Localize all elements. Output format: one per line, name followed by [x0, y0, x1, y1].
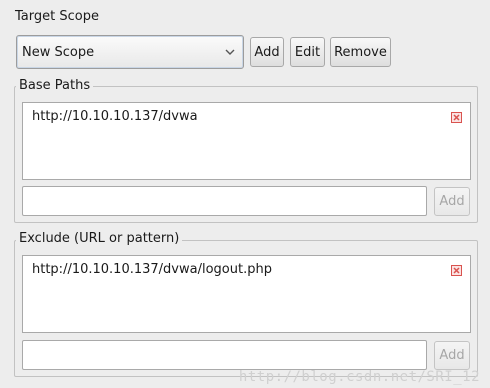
base-path-item[interactable]: http://10.10.10.137/dvwa	[32, 109, 198, 124]
scope-select-value: New Scope	[22, 44, 95, 60]
exclude-legend: Exclude (URL or pattern)	[16, 231, 183, 246]
remove-scope-button[interactable]: Remove	[330, 37, 391, 67]
add-base-path-button[interactable]: Add	[434, 187, 470, 216]
chevron-down-icon	[225, 49, 235, 55]
watermark: http://blog.csdn.net/SRI_12	[238, 369, 480, 385]
edit-scope-button[interactable]: Edit	[290, 37, 325, 67]
scope-select[interactable]: New Scope	[16, 35, 244, 69]
delete-icon[interactable]	[451, 265, 462, 276]
exclude-list[interactable]: http://10.10.10.137/dvwa/logout.php	[22, 255, 471, 333]
base-paths-list[interactable]: http://10.10.10.137/dvwa	[22, 102, 471, 180]
exclude-input[interactable]	[22, 340, 427, 370]
base-path-input[interactable]	[22, 186, 427, 216]
add-scope-button[interactable]: Add	[250, 37, 284, 67]
delete-icon[interactable]	[451, 112, 462, 123]
section-title: Target Scope	[15, 9, 99, 24]
base-paths-legend: Base Paths	[16, 78, 94, 93]
add-exclude-button[interactable]: Add	[434, 341, 470, 370]
exclude-item[interactable]: http://10.10.10.137/dvwa/logout.php	[32, 262, 272, 277]
